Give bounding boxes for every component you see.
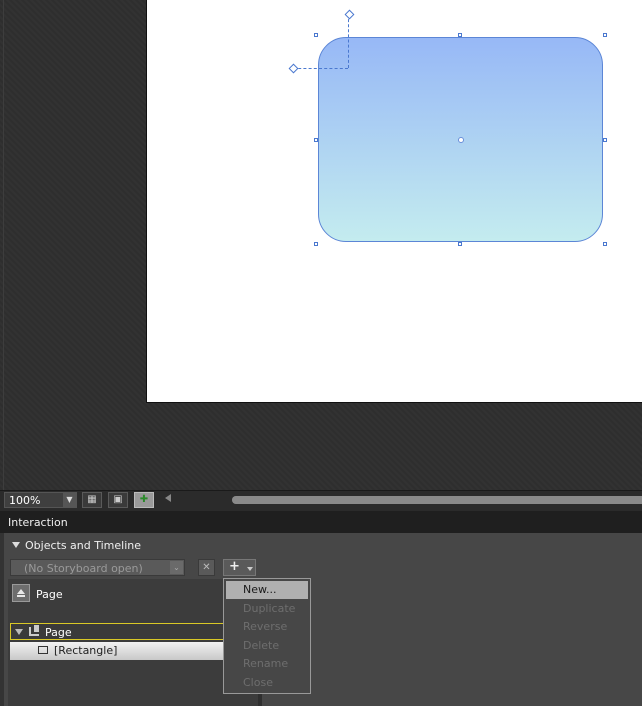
radius-guide-horizontal [293,68,348,69]
chevron-down-icon[interactable]: ▼ [63,493,76,507]
collapse-triangle-icon [12,542,20,548]
resize-handle-right[interactable] [603,138,607,142]
resize-handle-left[interactable] [314,138,318,142]
artboard[interactable] [0,0,642,490]
zoom-select[interactable]: 100% ▼ [4,492,77,508]
caret-down-icon [247,567,253,571]
snap-to-grid-button[interactable]: ▣ [108,492,128,508]
menu-item-close: Close [243,676,273,689]
objects-timeline-toggle[interactable]: Objects and Timeline [12,539,141,552]
scope-up-icon [17,589,25,594]
show-grid-button[interactable]: ▦ [82,492,102,508]
center-point-handle[interactable] [458,137,464,143]
storyboard-menu: New... Duplicate Reverse Delete Rename C… [223,578,311,694]
section-title: Objects and Timeline [25,539,142,552]
expand-triangle-icon[interactable] [15,629,23,635]
close-storyboard-button[interactable]: ✕ [198,559,215,576]
zoom-value: 100% [9,494,41,507]
scope-up-button[interactable] [12,584,30,602]
rectangle-icon [38,646,48,654]
zoom-toolbar: 100% ▼ ▦ ▣ ✚ [0,490,642,511]
objects-and-timeline-panel: Objects and Timeline (No Storyboard open… [4,533,642,706]
snaplines-icon: ✚ [139,494,149,505]
menu-item-new[interactable]: New... [226,581,308,599]
resize-handle-top-left[interactable] [314,33,318,37]
radius-guide-vertical [348,14,349,68]
tree-row-page[interactable]: Page [10,623,224,640]
double-chevron-down-icon[interactable]: ⌄ [170,561,183,574]
storyboard-picker[interactable]: (No Storyboard open) ⌄ [10,559,185,576]
snap-to-snaplines-button[interactable]: ✚ [134,492,154,508]
plus-icon: + [229,559,240,574]
close-icon: ✕ [202,562,211,573]
menu-item-delete: Delete [243,639,280,652]
resize-handle-top-right[interactable] [603,33,607,37]
interaction-panel-header: Interaction [0,511,642,533]
menu-item-reverse: Reverse [243,620,288,633]
tree-row-label: [Rectangle] [54,644,118,657]
resize-handle-top[interactable] [458,33,462,37]
resize-handle-bottom-left[interactable] [314,242,318,246]
menu-item-duplicate: Duplicate [243,602,296,615]
storyboard-placeholder: (No Storyboard open) [24,562,143,575]
tree-row-label: Page [45,626,72,639]
current-scope-label: Page [36,588,63,601]
grid-icon: ▦ [87,494,97,505]
scroll-left-arrow-icon[interactable] [165,494,171,502]
horizontal-scrollbar-thumb[interactable] [232,496,642,504]
artboard-edge [3,0,4,490]
snap-grid-icon: ▣ [113,494,123,505]
page-element-icon [29,625,39,636]
resize-handle-bottom[interactable] [458,242,462,246]
horizontal-scrollbar[interactable] [232,496,642,504]
panel-title: Interaction [8,516,68,529]
resize-handle-bottom-right[interactable] [603,242,607,246]
tree-row-rectangle[interactable]: [Rectangle] [10,642,224,660]
new-storyboard-button[interactable]: + [223,559,256,576]
menu-item-rename: Rename [243,657,289,670]
